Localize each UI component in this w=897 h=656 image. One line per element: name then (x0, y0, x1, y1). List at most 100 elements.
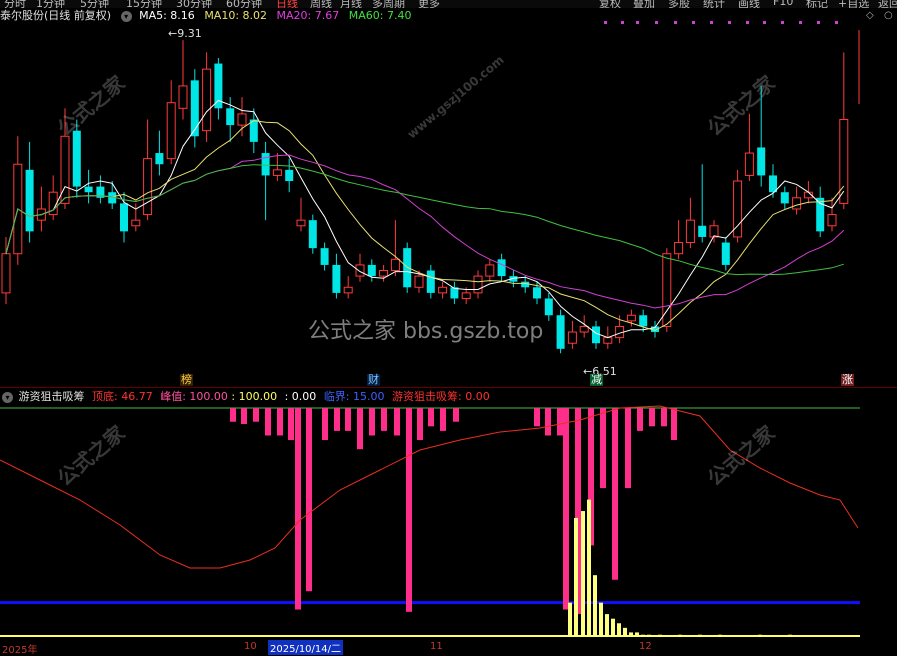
event-tag-zhang[interactable]: 涨 (841, 374, 854, 386)
xichou-bar (788, 634, 792, 637)
axis-cursor-date: 2025/10/14/二 (268, 640, 344, 655)
candle-body (60, 135, 70, 204)
signal-dot (763, 21, 766, 24)
candle-body (521, 281, 530, 288)
xichou-value: 游资狙击吸筹: 0.00 (392, 390, 490, 403)
candle-body (592, 326, 600, 344)
candle-body (685, 219, 695, 244)
indicator-name[interactable]: 游资狙击吸筹 (19, 390, 85, 403)
indicator-bar (288, 408, 294, 441)
xichou-bar (581, 511, 585, 637)
candle-body (272, 169, 282, 176)
indicator-bar (661, 408, 667, 427)
dingdi-curve (0, 405, 859, 569)
candle-body (84, 186, 93, 193)
xichou-bar (629, 632, 633, 637)
indicator-bar (557, 408, 563, 436)
candle-body (757, 147, 766, 176)
fengzhi-value: 峰值: 100.00 (160, 390, 228, 403)
candle-body (367, 264, 376, 277)
indicator-bar (671, 408, 677, 441)
xichou-bar (698, 634, 702, 637)
candle-body (533, 287, 541, 299)
ma60-line (5, 164, 844, 276)
signal-dot (604, 21, 607, 24)
indicator-bar (265, 408, 271, 436)
indicator-bar (295, 408, 301, 610)
candle-body (155, 153, 164, 165)
indicator-bar (545, 408, 551, 436)
signal-dot (728, 21, 731, 24)
candle-body (839, 118, 849, 204)
candle-body (792, 197, 802, 210)
candle-body (827, 214, 837, 227)
xichou-bar (635, 632, 639, 637)
candle-body (780, 192, 789, 204)
event-tag-cai[interactable]: 财 (367, 374, 380, 386)
candle-body (296, 219, 306, 227)
indicator-bar (369, 408, 375, 436)
signal-dot (710, 21, 713, 24)
signal-dot (692, 21, 695, 24)
xichou-bar (568, 602, 572, 637)
linjie-value: 临界: 15.00 (323, 390, 385, 403)
event-tag-bang[interactable]: 榜 (180, 374, 193, 386)
candle-body (332, 264, 341, 293)
signal-dot (817, 21, 820, 24)
axis-month-10: 10 (244, 641, 257, 652)
indicator-bar (563, 408, 569, 610)
watermark-center: 公式之家 bbs.gszb.top (308, 319, 544, 344)
indicator-collapse-icon[interactable]: ▾ (2, 391, 13, 403)
xichou-bar (574, 517, 578, 637)
indicator-bar (600, 408, 606, 489)
event-tag-jian[interactable]: 减 (590, 374, 603, 386)
indicator-bar (534, 408, 540, 427)
candle-body (556, 315, 565, 349)
candle-body (473, 275, 483, 294)
signal-dot (835, 21, 838, 24)
candle-body (426, 270, 435, 293)
indicator-bar (417, 408, 423, 441)
candle-body (390, 258, 400, 272)
axis-month-11: 11 (430, 641, 443, 652)
indicator-bar (637, 408, 643, 431)
candle-body (120, 203, 128, 232)
candle-body (603, 337, 613, 344)
indicator-bar (345, 408, 351, 431)
price-chart[interactable] (1, 21, 860, 354)
indicator-bar (230, 408, 236, 422)
candle-body (285, 169, 294, 182)
signal-dot (781, 21, 784, 24)
indicator-bar (453, 408, 459, 422)
indicator-bar (625, 408, 631, 489)
high-arrow-icon: ← (168, 27, 178, 40)
signal-dot (674, 21, 677, 24)
dingdi-value: 顶底: 46.77 (92, 390, 153, 403)
candle-body (698, 225, 707, 237)
candle-body (131, 219, 141, 227)
signal-dot (655, 21, 658, 24)
candle-body (261, 153, 270, 176)
candle-body (355, 264, 365, 277)
indicator-bar (612, 408, 618, 580)
candle-body (497, 259, 506, 277)
candle-body (320, 248, 329, 265)
axis-month-12: 12 (639, 641, 652, 652)
xichou-bar (641, 634, 645, 637)
candle-body (544, 298, 553, 316)
indicator-bar (428, 408, 434, 427)
signal-dot (621, 21, 624, 24)
signal-dot (636, 21, 639, 24)
signal-dot (799, 21, 802, 24)
xichou-bar (678, 634, 682, 637)
xichou-bar (599, 602, 603, 637)
indicator-bar (357, 408, 363, 450)
time-axis: 2025年 10 2025/10/14/二 11 12 (0, 640, 897, 656)
xichou-bar (617, 623, 621, 637)
xichou-bar (718, 634, 722, 637)
candle-body (626, 314, 636, 322)
candle-body (414, 275, 424, 288)
candle-body (461, 292, 471, 299)
candle-body (438, 286, 448, 294)
candle-body (674, 242, 684, 255)
